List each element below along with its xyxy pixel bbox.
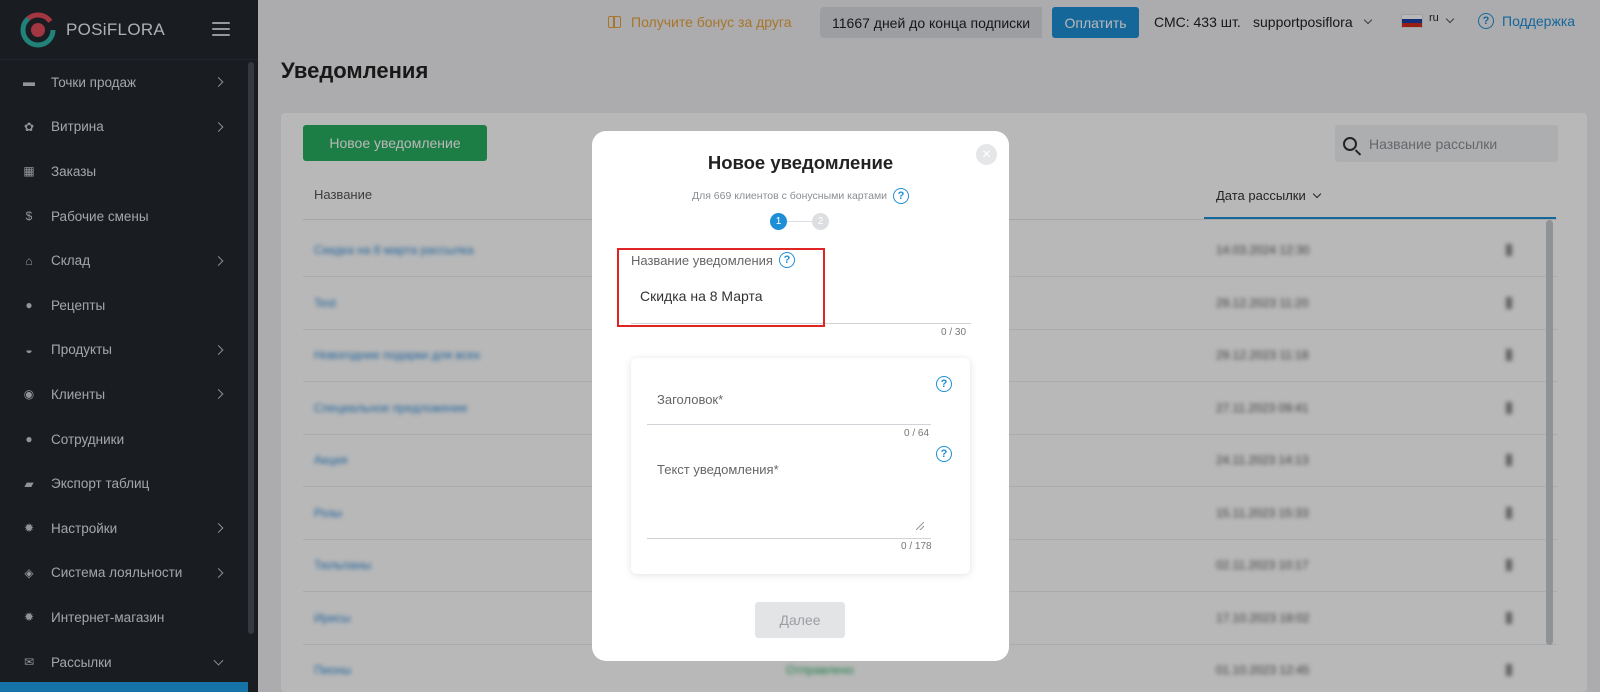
- push-content-card: ? Заголовок* 0 / 64 ? Текст уведомления*…: [631, 358, 970, 574]
- modal-subtitle-text: Для 669 клиентов с бонусными картами: [691, 190, 888, 202]
- notification-name-counter: 0 / 30: [941, 327, 967, 338]
- text-field-underline: [647, 538, 931, 539]
- text-field-counter: 0 / 178: [901, 541, 932, 552]
- help-icon[interactable]: ?: [893, 188, 910, 204]
- modal-subtitle: Для 669 клиентов с бонусными картами ?: [592, 188, 1009, 204]
- textarea-resize-handle[interactable]: [916, 522, 924, 530]
- header-field-label[interactable]: Заголовок*: [657, 392, 723, 407]
- next-button[interactable]: Далее: [755, 602, 845, 638]
- header-field-counter: 0 / 64: [904, 428, 930, 439]
- highlight-box: [617, 248, 825, 327]
- stepper: 1 2: [770, 213, 829, 230]
- modal-title: Новое уведомление: [707, 152, 894, 173]
- step-connector: [787, 221, 812, 222]
- step-1: 1: [770, 213, 787, 230]
- step-2: 2: [812, 213, 829, 230]
- header-field-underline: [647, 424, 931, 425]
- text-field-label[interactable]: Текст уведомления*: [657, 462, 779, 477]
- help-icon[interactable]: ?: [936, 446, 952, 462]
- new-notification-modal: × Новое уведомление Для 669 клиентов с б…: [592, 131, 1009, 661]
- help-icon[interactable]: ?: [936, 376, 952, 392]
